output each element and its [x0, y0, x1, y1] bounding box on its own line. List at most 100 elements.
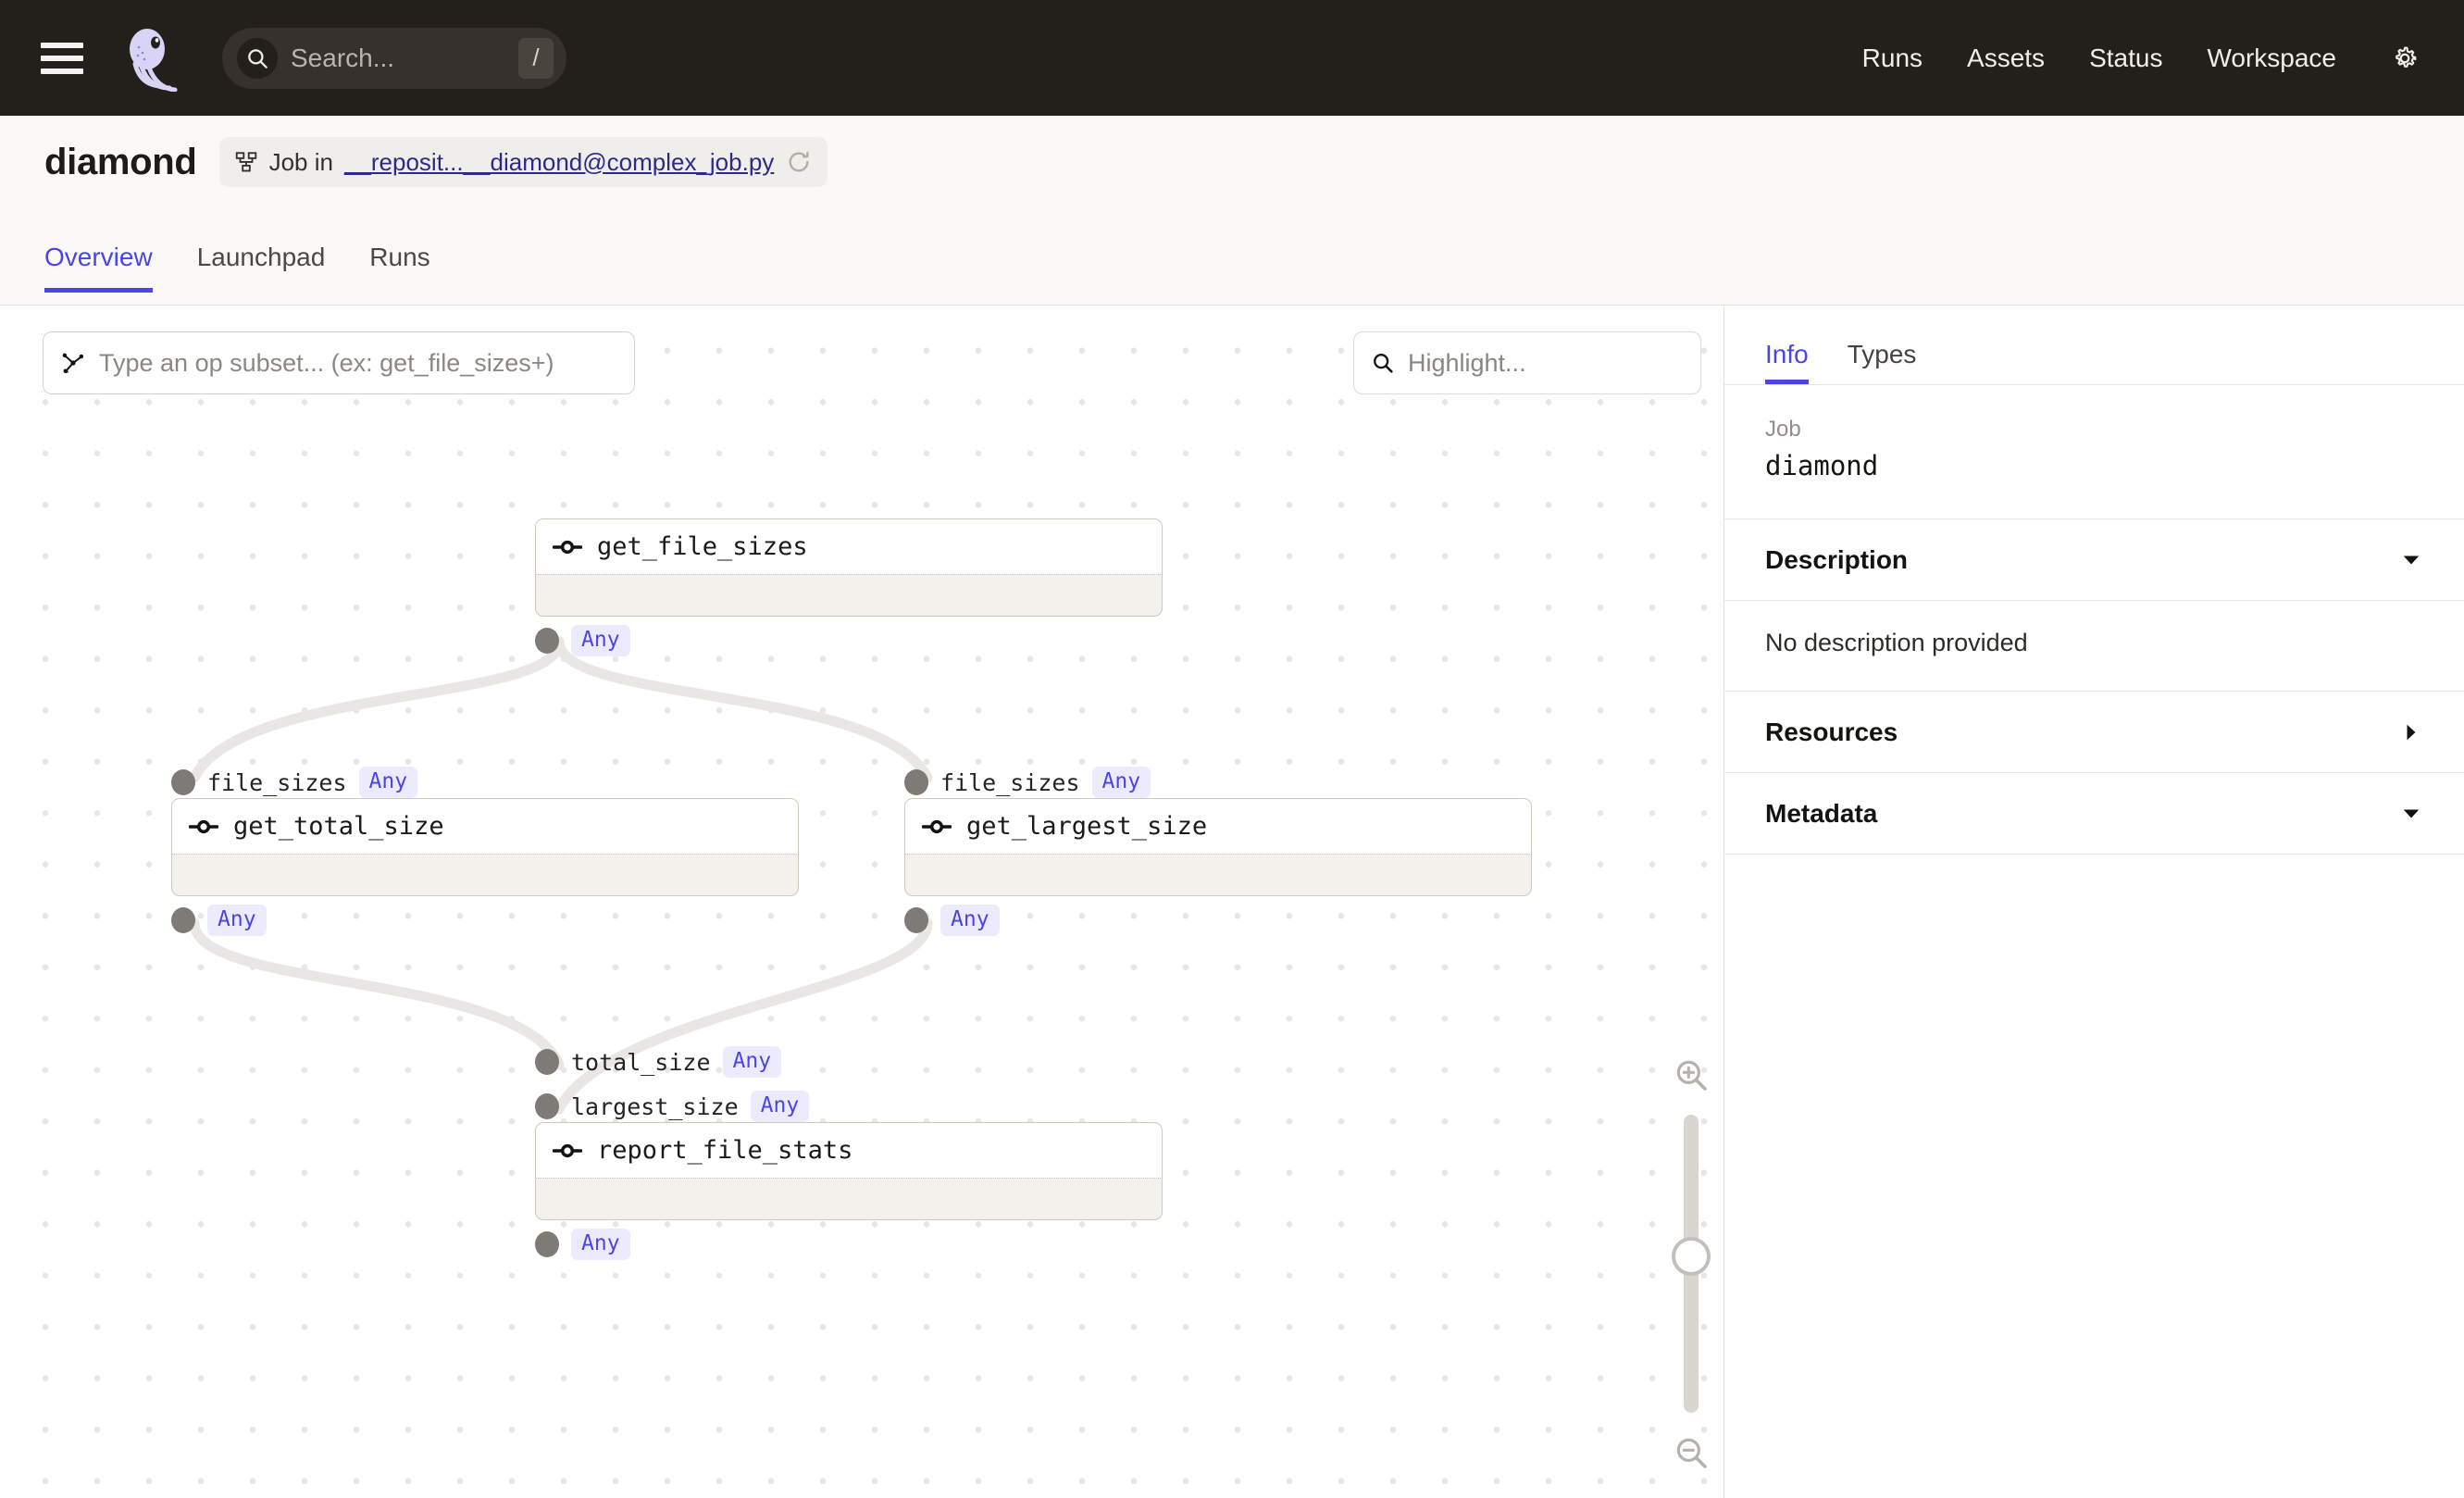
- port-dot-icon: [904, 769, 928, 795]
- op-node-label: get_largest_size: [966, 812, 1208, 841]
- nav-link-status[interactable]: Status: [2067, 44, 2184, 73]
- op-output-port-get-largest-size[interactable]: Any: [904, 905, 1000, 936]
- op-subset-input[interactable]: Type an op subset... (ex: get_file_sizes…: [43, 331, 635, 394]
- sidebar-description-body: No description provided: [1724, 601, 2464, 692]
- op-subset-placeholder: Type an op subset... (ex: get_file_sizes…: [99, 348, 554, 377]
- port-label: total_size: [571, 1048, 711, 1076]
- port-type-badge[interactable]: Any: [571, 1229, 630, 1260]
- op-node-report-file-stats[interactable]: report_file_stats: [535, 1122, 1163, 1220]
- port-dot-icon: [535, 1093, 559, 1119]
- search-icon: [1371, 351, 1395, 375]
- sidebar-section-metadata[interactable]: Metadata: [1724, 773, 2464, 855]
- op-node-header: get_total_size: [171, 798, 799, 854]
- op-node-header: get_file_sizes: [535, 518, 1163, 574]
- op-icon: [553, 1143, 582, 1157]
- port-type-badge[interactable]: Any: [571, 625, 630, 656]
- sidebar-job-name: diamond: [1765, 450, 1879, 481]
- op-icon: [553, 540, 582, 554]
- zoom-slider-track[interactable]: [1672, 1115, 1711, 1413]
- port-type-badge[interactable]: Any: [207, 905, 267, 936]
- port-label: largest_size: [571, 1092, 739, 1120]
- port-type-badge[interactable]: Any: [358, 767, 418, 798]
- op-node-label: report_file_stats: [597, 1136, 853, 1165]
- hamburger-menu-icon[interactable]: [41, 42, 83, 74]
- refresh-icon[interactable]: [785, 148, 813, 176]
- op-input-port-report-file-stats-total-size[interactable]: total_size Any: [535, 1046, 782, 1078]
- sidebar-tabs: Info Types: [1724, 306, 2464, 385]
- port-dot-icon: [535, 628, 559, 654]
- op-subset-icon: [60, 350, 86, 376]
- gear-icon[interactable]: [2386, 40, 2423, 77]
- op-output-port-report-file-stats[interactable]: Any: [535, 1229, 630, 1260]
- port-label: file_sizes: [940, 768, 1080, 796]
- op-input-port-get-largest-size-file-sizes[interactable]: file_sizes Any: [904, 767, 1151, 798]
- right-sidebar: Info Types Job diamond Description No de…: [1724, 306, 2464, 1498]
- op-output-port-get-file-sizes[interactable]: Any: [535, 625, 630, 656]
- op-node-header: report_file_stats: [535, 1122, 1163, 1178]
- top-navigation-bar: Search... / Runs Assets Status Workspace: [0, 0, 2464, 116]
- op-node-get-file-sizes[interactable]: get_file_sizes: [535, 518, 1163, 617]
- port-dot-icon: [171, 769, 195, 795]
- op-input-port-report-file-stats-largest-size[interactable]: largest_size Any: [535, 1091, 810, 1122]
- op-node-body: [171, 854, 799, 896]
- port-type-badge[interactable]: Any: [940, 905, 1000, 936]
- tab-launchpad[interactable]: Launchpad: [197, 243, 350, 293]
- op-icon: [189, 819, 218, 833]
- search-shortcut-key: /: [518, 37, 554, 79]
- op-output-port-get-total-size[interactable]: Any: [171, 905, 267, 936]
- nav-link-workspace[interactable]: Workspace: [2184, 44, 2358, 73]
- sidebar-tab-types[interactable]: Types: [1848, 340, 1917, 384]
- port-type-badge[interactable]: Any: [722, 1046, 782, 1078]
- port-dot-icon: [535, 1049, 559, 1075]
- page-tabs: Overview Launchpad Runs: [44, 243, 475, 293]
- page-title: diamond: [44, 141, 197, 182]
- nav-link-runs[interactable]: Runs: [1840, 44, 1945, 73]
- dagster-logo-icon[interactable]: [122, 25, 181, 92]
- zoom-in-icon[interactable]: [1672, 1055, 1711, 1094]
- top-nav-links: Runs Assets Status Workspace: [1840, 40, 2423, 77]
- zoom-out-icon[interactable]: [1672, 1433, 1711, 1472]
- port-dot-icon: [535, 1231, 559, 1257]
- zoom-slider-thumb[interactable]: [1672, 1237, 1711, 1276]
- op-node-header: get_largest_size: [904, 798, 1532, 854]
- port-type-badge[interactable]: Any: [1091, 767, 1151, 798]
- op-node-body: [535, 1178, 1163, 1220]
- op-node-get-total-size[interactable]: get_total_size: [171, 798, 799, 896]
- sidebar-tab-info[interactable]: Info: [1765, 340, 1809, 384]
- port-label: file_sizes: [207, 768, 347, 796]
- job-chip-link[interactable]: __reposit...__diamond@complex_job.py: [344, 148, 774, 177]
- global-search-placeholder: Search...: [291, 43, 395, 72]
- job-breadcrumb-chip: Job in __reposit...__diamond@complex_job…: [218, 137, 828, 187]
- op-icon: [922, 819, 952, 833]
- port-dot-icon: [904, 907, 928, 933]
- job-chip-prefix: Job in: [268, 147, 333, 176]
- op-node-body: [535, 574, 1163, 617]
- highlight-placeholder: Highlight...: [1408, 348, 1526, 377]
- sidebar-job-label: Job: [1765, 417, 1801, 442]
- search-icon: [237, 37, 278, 79]
- sidebar-job-section: Job diamond: [1724, 385, 2464, 519]
- nav-link-assets[interactable]: Assets: [1945, 44, 2067, 73]
- chevron-right-icon[interactable]: [2399, 720, 2423, 744]
- op-graph-canvas[interactable]: [0, 306, 1724, 1498]
- graph-zoom-control: [1666, 1055, 1716, 1472]
- sidebar-section-title: Metadata: [1765, 798, 1878, 828]
- tab-runs[interactable]: Runs: [369, 243, 454, 293]
- sidebar-section-title: Description: [1765, 544, 1909, 574]
- page-title-row: diamond Job in __reposit...__diamond@com…: [44, 137, 828, 187]
- port-dot-icon: [171, 907, 195, 933]
- op-input-port-get-total-size-file-sizes[interactable]: file_sizes Any: [171, 767, 418, 798]
- highlight-input[interactable]: Highlight...: [1353, 331, 1701, 394]
- port-type-badge[interactable]: Any: [750, 1091, 810, 1122]
- op-node-label: get_file_sizes: [597, 532, 808, 561]
- op-node-get-largest-size[interactable]: get_largest_size: [904, 798, 1532, 896]
- chevron-down-icon[interactable]: [2399, 802, 2423, 826]
- op-node-label: get_total_size: [233, 812, 444, 841]
- global-search-input[interactable]: Search... /: [222, 27, 566, 89]
- op-node-body: [904, 854, 1532, 896]
- sidebar-section-description[interactable]: Description: [1724, 519, 2464, 601]
- chevron-down-icon[interactable]: [2399, 548, 2423, 572]
- sidebar-section-resources[interactable]: Resources: [1724, 692, 2464, 773]
- tab-overview[interactable]: Overview: [44, 243, 177, 293]
- sidebar-section-title: Resources: [1765, 717, 1898, 746]
